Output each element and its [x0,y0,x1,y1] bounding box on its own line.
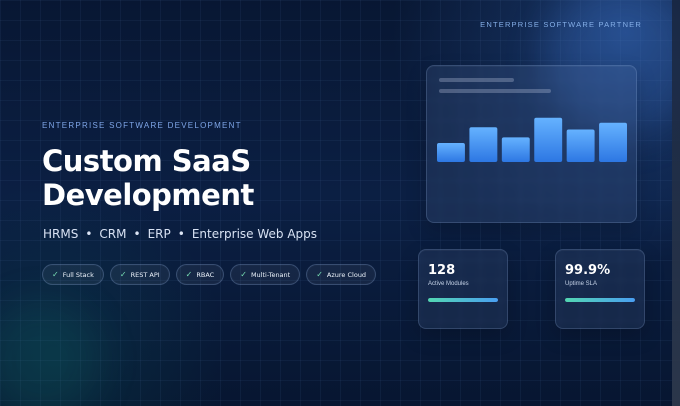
check-icon: ✓ [316,269,323,279]
chip-label: Multi-Tenant [250,270,291,279]
hero-title: Custom SaaS Development [42,144,292,212]
dashboard-chart-card [426,65,637,223]
check-icon: ✓ [119,269,127,279]
chart-bar [534,117,563,162]
service-hrms: HRMS [43,227,79,241]
chip-full-stack: ✓ Full Stack [42,264,104,285]
stat-label: Active Modules [428,281,469,287]
check-icon: ✓ [240,269,247,279]
feature-chips: ✓ Full Stack ✓ REST API ✓ RBAC ✓ Multi-T… [42,264,377,285]
chip-multi-tenant: ✓ Multi-Tenant [230,264,301,285]
service-enterprise-web-apps: Enterprise Web Apps [191,227,318,241]
chart-header-line [439,89,551,93]
check-icon: ✓ [185,269,193,279]
chip-label: RBAC [196,270,215,279]
hero-kicker: ENTERPRISE SOFTWARE DEVELOPMENT [42,121,242,130]
chip-rbac: ✓ RBAC [175,264,225,285]
progress-fill [428,298,498,302]
progress-track [428,298,498,302]
chart-bar [566,129,595,162]
service-separator-3: • [177,227,185,241]
progress-fill [565,298,635,302]
chart-bar [437,142,465,162]
stat-label: Uptime SLA [565,281,598,287]
chip-rest-api: ✓ REST API [109,264,170,285]
hero-title-line-1: Custom SaaS [42,144,251,178]
service-list: HRMS • CRM • ERP • Enterprise Web Apps [43,227,317,241]
service-separator-2: • [133,227,141,241]
check-icon: ✓ [52,269,59,279]
landing-page: ENTERPRISE SOFTWARE PARTNER ENTERPRISE S… [0,0,680,406]
bar-chart [437,117,627,162]
service-crm: CRM [99,227,127,241]
stat-value: 99.9% [565,263,611,278]
chart-bar [501,137,530,162]
progress-track [565,298,635,302]
service-separator-1: • [85,227,93,241]
stat-value: 128 [428,263,456,278]
chart-bar [599,122,627,162]
stat-card-active-modules: 128 Active Modules [418,249,508,329]
chart-header-line [439,78,514,82]
hero-title-line-2: Development [42,178,254,212]
right-edge-strip [672,0,680,406]
chip-label: Full Stack [62,270,94,279]
chip-azure-cloud: ✓ Azure Cloud [306,264,377,285]
stat-card-uptime-sla: 99.9% Uptime SLA [555,249,645,329]
chip-label: Azure Cloud [326,270,367,279]
partner-label: ENTERPRISE SOFTWARE PARTNER [480,20,642,29]
chip-label: REST API [130,270,160,279]
service-erp: ERP [147,227,171,241]
chart-bar [469,127,498,162]
